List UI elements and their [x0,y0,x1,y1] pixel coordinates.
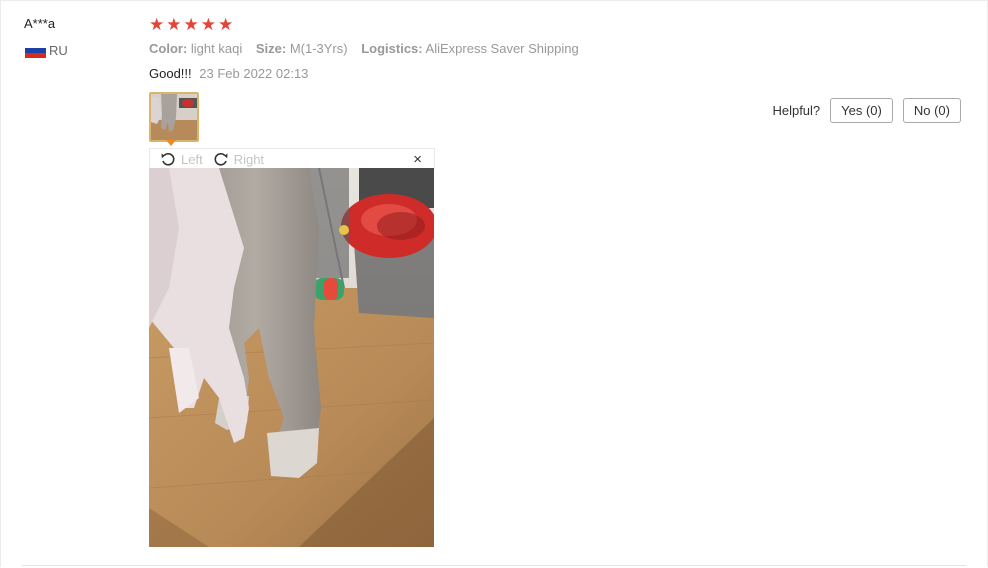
star-icon: ★ [166,15,182,34]
thumbnail-image [151,94,197,140]
attr-key-size: Size: [255,41,287,56]
rotate-right-button[interactable]: Right [213,151,264,167]
image-viewer-toolbar: Left Right × [149,148,435,169]
rotate-left-button[interactable]: Left [160,151,203,167]
attr-key-logistics: Logistics: [361,41,423,56]
star-icon: ★ [200,15,216,34]
review-content: Good!!! 23 Feb 2022 02:13 [149,66,308,81]
helpful-section: Helpful? Yes (0) No (0) [772,98,961,123]
star-icon: ★ [183,15,199,34]
star-rating: ★ ★ ★ ★ ★ [149,16,233,33]
review-photo-image [149,168,434,547]
thumbnail-active-arrow [166,140,176,146]
review-attributes: Color: light kaqi Size: M(1-3Yrs) Logist… [149,41,589,56]
russia-flag-icon [25,43,46,58]
attr-value-size: M(1-3Yrs) [289,41,348,56]
rotate-left-icon [161,153,175,166]
review-text: Good!!! [149,66,192,81]
star-icon: ★ [218,15,234,34]
attr-value-logistics: AliExpress Saver Shipping [425,41,579,56]
rotate-right-icon [214,153,228,166]
review-photo-thumbnail[interactable] [149,92,199,142]
review-divider [22,565,966,566]
star-icon: ★ [149,15,165,34]
helpful-label: Helpful? [772,103,821,118]
attr-value-color: light kaqi [190,41,243,56]
reviewer-country: RU [25,43,68,58]
helpful-no-button[interactable]: No (0) [902,98,961,123]
review-date: 23 Feb 2022 02:13 [199,66,309,81]
helpful-yes-button[interactable]: Yes (0) [830,98,893,123]
reviewer-name: A***a [24,16,56,31]
attr-key-color: Color: [149,41,188,56]
rotate-right-label: Right [233,151,265,167]
review-card: A***a RU ★ ★ ★ ★ ★ Color: light kaqi Size: M… [0,0,988,567]
rotate-left-label: Left [181,151,203,167]
country-code: RU [49,43,68,58]
close-icon[interactable]: × [413,152,422,167]
review-photo-large [149,168,434,547]
